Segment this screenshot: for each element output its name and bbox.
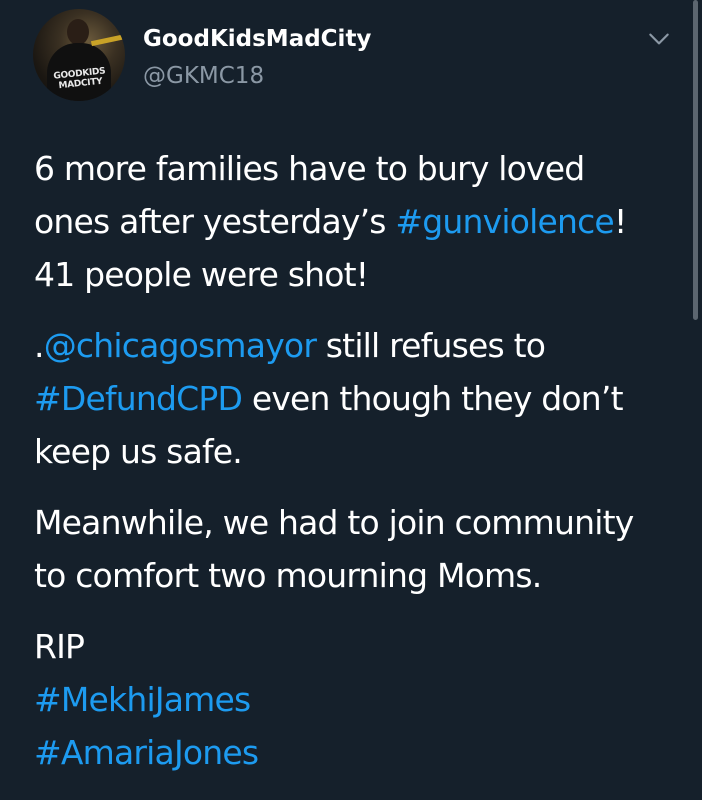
- avatar[interactable]: GOODKIDS MADCITY: [33, 9, 125, 101]
- tweet-text-span: !: [613, 202, 627, 241]
- tweet-text-span: .: [34, 326, 44, 365]
- tweet-paragraph-3: Meanwhile, we had to join community to c…: [34, 496, 674, 602]
- tweet-text: 6 more families have to bury loved ones …: [34, 142, 674, 797]
- hashtag-link-defundcpd[interactable]: #DefundCPD: [34, 379, 243, 418]
- hashtag-link-gunviolence[interactable]: #gunviolence: [395, 202, 614, 241]
- tweet-paragraph-4: RIP #MekhiJames #AmariaJones: [34, 620, 674, 779]
- tweet-header: GOODKIDS MADCITY GoodKidsMadCity @GKMC18: [0, 0, 702, 120]
- chevron-down-icon[interactable]: [646, 26, 672, 52]
- tweet-line: keep us safe.: [34, 432, 243, 471]
- scrollbar[interactable]: [693, 0, 698, 320]
- avatar-police-tape: [90, 32, 125, 47]
- avatar-head: [67, 19, 89, 45]
- hashtag-link-amariajones[interactable]: #AmariaJones: [34, 733, 259, 772]
- tweet-line: RIP: [34, 627, 85, 666]
- tweet-line: .@chicagosmayor still refuses to: [34, 319, 674, 372]
- display-name[interactable]: GoodKidsMadCity: [143, 24, 371, 54]
- tweet-line: 41 people were shot!: [34, 255, 369, 294]
- tweet-line: #AmariaJones: [34, 726, 674, 779]
- tweet-line: ones after yesterday’s #gunviolence!: [34, 195, 674, 248]
- tweet-line: #MekhiJames: [34, 673, 674, 726]
- user-handle[interactable]: @GKMC18: [143, 61, 264, 91]
- tweet-text-span: even though they don’t: [242, 379, 624, 418]
- tweet-line: to comfort two mourning Moms.: [34, 556, 542, 595]
- tweet-line: Meanwhile, we had to join community: [34, 503, 634, 542]
- hashtag-link-mekhijames[interactable]: #MekhiJames: [34, 680, 251, 719]
- tweet-paragraph-1: 6 more families have to bury loved ones …: [34, 142, 674, 301]
- mention-link-chicagosmayor[interactable]: @chicagosmayor: [44, 326, 317, 365]
- tweet-text-span: ones after yesterday’s: [34, 202, 396, 241]
- tweet-line: 6 more families have to bury loved: [34, 149, 585, 188]
- tweet-paragraph-2: .@chicagosmayor still refuses to #Defund…: [34, 319, 674, 478]
- tweet-line: #DefundCPD even though they don’t: [34, 372, 674, 425]
- tweet-text-span: still refuses to: [316, 326, 546, 365]
